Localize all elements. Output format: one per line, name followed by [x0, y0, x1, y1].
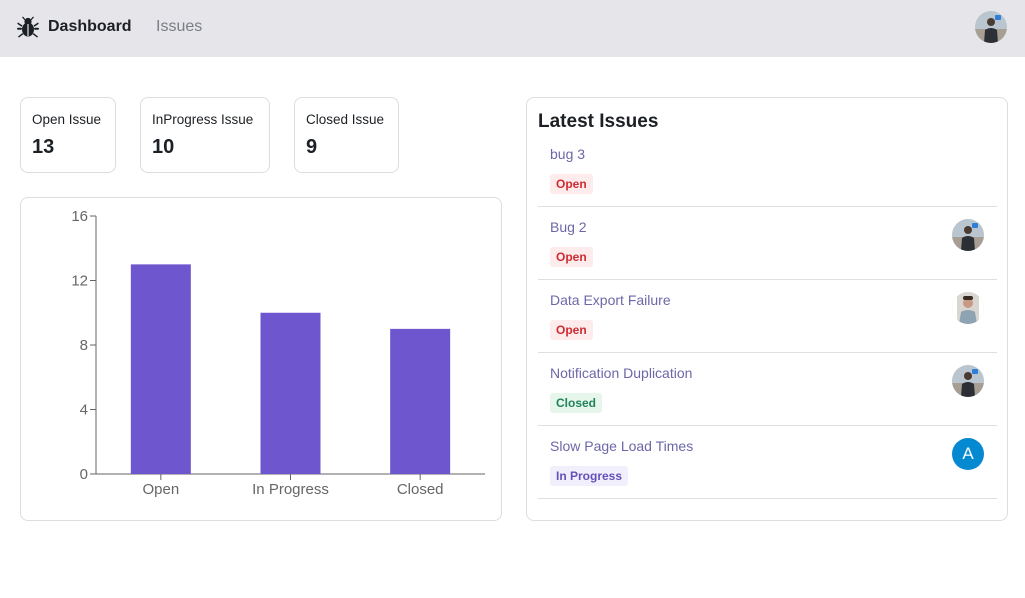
bar-chart-svg: 0 4 8 12 16 Open In Progress Closed: [71, 208, 485, 498]
stat-card-closed: Closed Issue 9: [294, 97, 399, 173]
y-tick-label: 16: [71, 208, 88, 225]
top-navbar: Dashboard Issues: [0, 0, 1025, 57]
x-tick-label: In Progress: [252, 481, 329, 498]
issue-row: Bug 2 Open: [538, 207, 997, 280]
latest-issues-title: Latest Issues: [538, 111, 659, 132]
stat-value: 13: [32, 136, 55, 158]
issue-row: Slow Page Load Times In Progress A: [538, 426, 997, 499]
stat-card-in-progress: InProgress Issue 10: [140, 97, 270, 173]
issues-bar-chart: 0 4 8 12 16 Open In Progress Closed: [20, 197, 502, 521]
assignee-avatar[interactable]: [952, 365, 984, 397]
stat-label: Open Issue: [32, 112, 102, 127]
bar-in-progress: [260, 312, 321, 474]
issue-title-link[interactable]: Data Export Failure: [550, 291, 671, 309]
stat-value: 10: [152, 136, 175, 158]
issue-row: Notification Duplication Closed: [538, 353, 997, 426]
status-badge: Open: [550, 247, 593, 267]
assignee-avatar[interactable]: [952, 292, 984, 324]
x-tick-label: Open: [142, 481, 179, 498]
issue-title-link[interactable]: Slow Page Load Times: [550, 437, 693, 455]
issue-row: Data Export Failure Open: [538, 280, 997, 353]
stat-value: 9: [306, 136, 318, 158]
issue-title-link[interactable]: Notification Duplication: [550, 364, 692, 382]
x-tick-label: Closed: [397, 481, 444, 498]
stat-card-open: Open Issue 13: [20, 97, 116, 173]
y-tick-label: 8: [80, 337, 88, 354]
issue-title-link[interactable]: bug 3: [550, 145, 585, 163]
stat-label: Closed Issue: [306, 112, 385, 127]
bug-icon[interactable]: [16, 15, 40, 39]
bar-closed: [390, 328, 451, 474]
latest-issues-panel: Latest Issues bug 3 Open Bug 2 Open Data…: [526, 97, 1008, 521]
issue-title-link[interactable]: Bug 2: [550, 218, 587, 236]
nav-issues-link[interactable]: Issues: [156, 17, 202, 37]
status-badge: Open: [550, 320, 593, 340]
assignee-avatar[interactable]: [952, 219, 984, 251]
y-tick-label: 12: [71, 273, 88, 290]
status-badge: Open: [550, 174, 593, 194]
status-badge: Closed: [550, 393, 603, 413]
bar-open: [130, 264, 191, 474]
nav-dashboard-link[interactable]: Dashboard: [48, 17, 132, 37]
assignee-avatar[interactable]: A: [952, 438, 984, 470]
status-badge: In Progress: [550, 466, 629, 486]
stat-label: InProgress Issue: [152, 112, 254, 127]
y-tick-label: 4: [80, 402, 88, 419]
user-avatar[interactable]: [975, 11, 1007, 43]
y-tick-label: 0: [80, 466, 88, 483]
issue-row: bug 3 Open: [538, 134, 997, 207]
